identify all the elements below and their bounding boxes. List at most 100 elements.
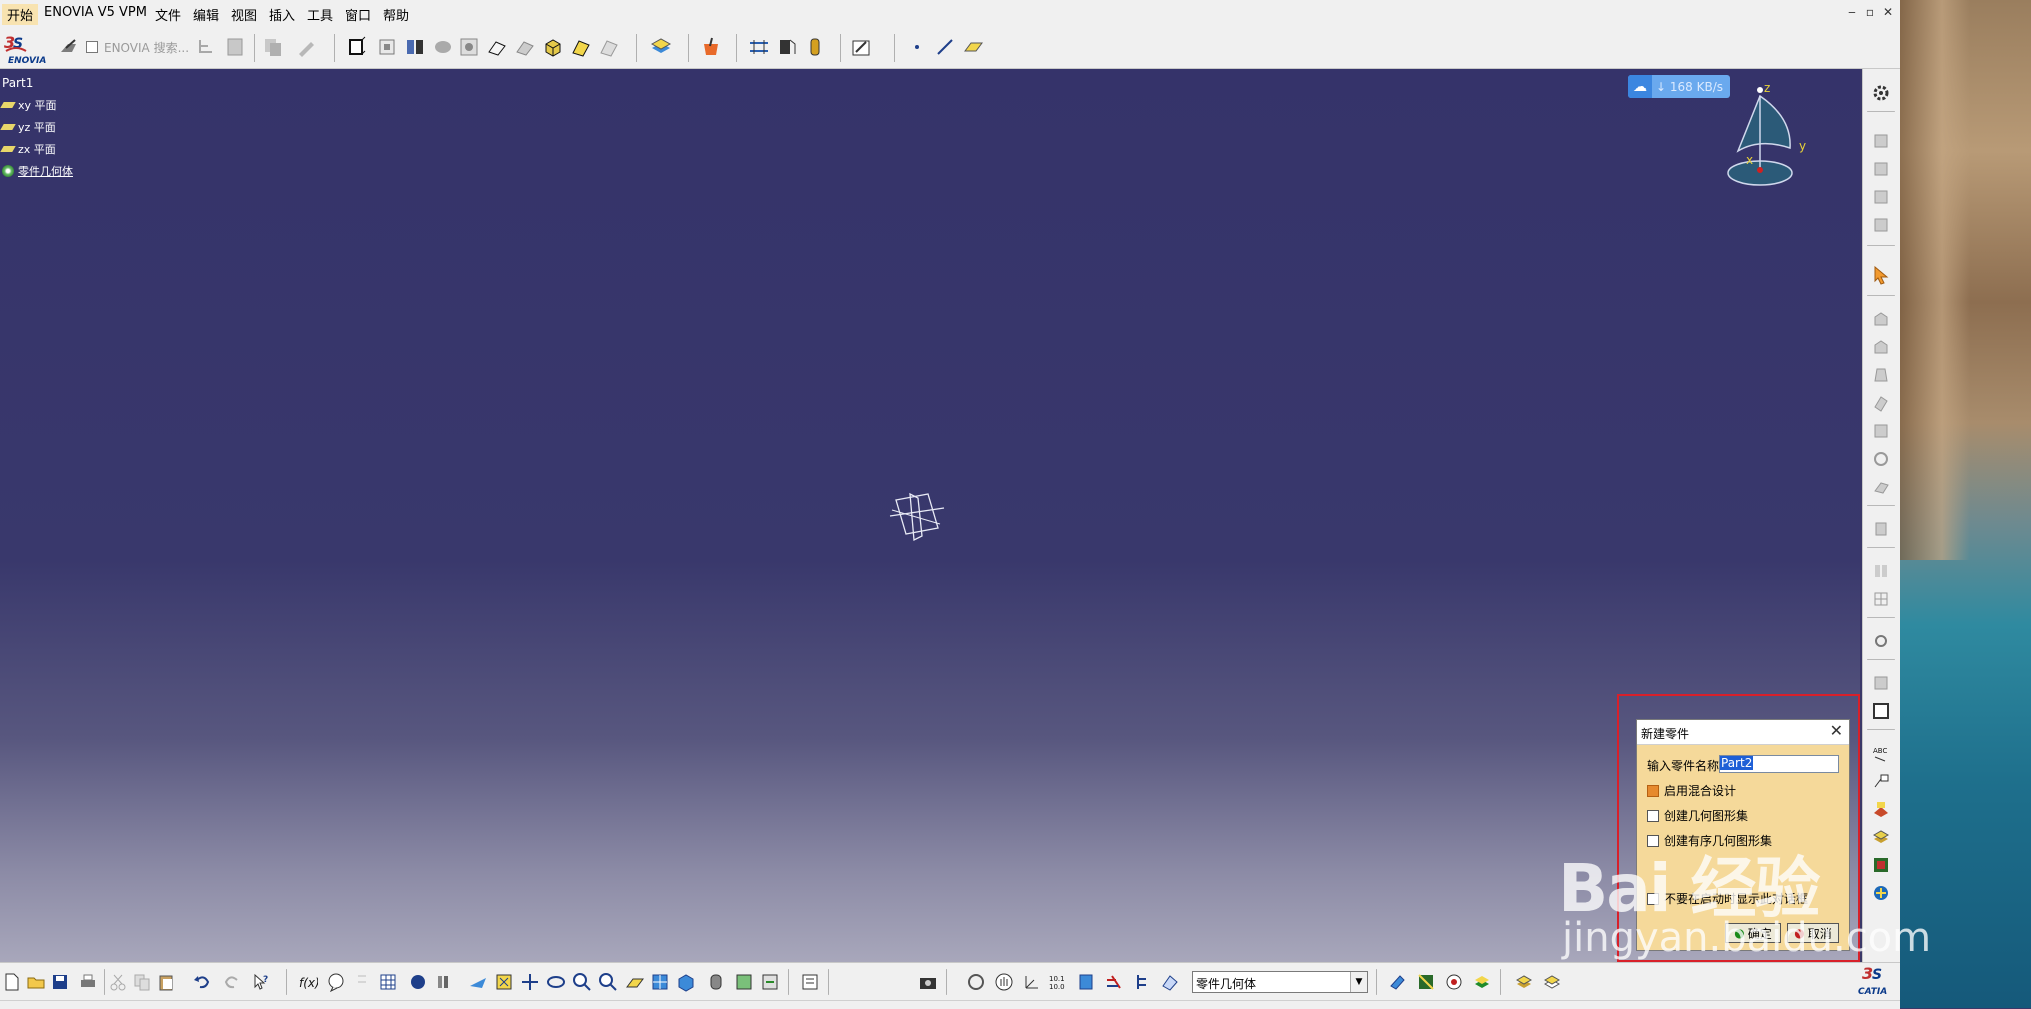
fly-mode-icon[interactable] <box>468 972 488 992</box>
plane-icon[interactable] <box>962 36 984 58</box>
undo-icon[interactable] <box>192 972 212 992</box>
menu-edit[interactable]: 编辑 <box>193 5 219 24</box>
dialog-close-button[interactable]: ✕ <box>1830 722 1843 740</box>
table-icon[interactable] <box>378 972 398 992</box>
hybrid-design-checkbox[interactable] <box>1647 784 1659 797</box>
tree-item-xy-plane[interactable]: xy 平面 <box>0 97 57 113</box>
restore-button[interactable]: ▫ <box>1862 4 1878 20</box>
open-folder-icon[interactable] <box>26 972 46 992</box>
menu-enovia-vpm[interactable]: ENOVIA V5 VPM <box>44 5 147 20</box>
multi-section-solid-icon[interactable] <box>570 36 592 58</box>
rib-icon[interactable] <box>486 36 508 58</box>
swap-space-icon[interactable] <box>760 972 780 992</box>
copy-doc-icon[interactable] <box>262 36 284 58</box>
thickness-icon[interactable] <box>1871 421 1891 441</box>
chamfer-icon[interactable] <box>1871 337 1891 357</box>
geo-set-option[interactable]: 创建几何图形集 <box>1647 807 1748 824</box>
point-icon[interactable] <box>906 36 928 58</box>
menu-start[interactable]: 开始 <box>2 4 39 25</box>
compass-icon[interactable]: z y x <box>1720 78 1820 190</box>
stack-icon[interactable] <box>1472 972 1492 992</box>
dialog-titlebar[interactable]: 新建零件 ✕ <box>1637 720 1849 745</box>
measure-between-icon[interactable] <box>748 36 770 58</box>
zoom-in-icon[interactable] <box>572 972 592 992</box>
paste-icon[interactable] <box>156 972 176 992</box>
sketch-pencil-icon[interactable] <box>296 36 318 58</box>
pad-icon[interactable] <box>346 36 368 58</box>
knowledge-icon[interactable] <box>326 972 346 992</box>
print-icon[interactable] <box>78 972 98 992</box>
draft-icon[interactable] <box>1871 365 1891 385</box>
enovia-search-label[interactable]: ENOVIA 搜索... <box>104 39 189 56</box>
fit-all-icon[interactable] <box>494 972 514 992</box>
thick-surface-icon[interactable] <box>1871 701 1891 721</box>
properties-layers-icon[interactable] <box>1542 972 1562 992</box>
iso-view-icon[interactable] <box>676 972 696 992</box>
library-icon[interactable] <box>434 972 454 992</box>
formula-icon[interactable]: f(x) <box>298 972 318 992</box>
menu-window[interactable]: 窗口 <box>345 5 371 24</box>
tree-item-yz-plane[interactable]: yz 平面 <box>0 119 56 135</box>
mirror-icon[interactable] <box>1871 561 1891 581</box>
close-window-button[interactable]: ✕ <box>1880 4 1896 20</box>
rotate-icon[interactable] <box>546 972 566 992</box>
view-top-icon[interactable] <box>1871 215 1891 235</box>
measure-value-icon[interactable]: 10.110.0 <box>1048 972 1068 992</box>
tree-item-part-body[interactable]: 零件几何体 <box>2 163 73 179</box>
zoom-out-icon[interactable] <box>598 972 618 992</box>
thread-icon[interactable] <box>1871 449 1891 469</box>
fillet-icon[interactable] <box>1871 309 1891 329</box>
menu-help[interactable]: 帮助 <box>383 5 409 24</box>
instantiate-icon[interactable] <box>408 972 428 992</box>
slot-icon[interactable] <box>514 36 536 58</box>
hand-icon[interactable] <box>994 972 1014 992</box>
copy-icon[interactable] <box>132 972 152 992</box>
constraint-icon[interactable] <box>1104 972 1124 992</box>
measure-inertia-icon[interactable] <box>804 36 826 58</box>
menu-tools[interactable]: 工具 <box>307 5 333 24</box>
pan-icon[interactable] <box>520 972 540 992</box>
sketcher-icon[interactable] <box>850 36 872 58</box>
law-icon[interactable] <box>352 972 372 992</box>
view-back-icon[interactable] <box>1871 159 1891 179</box>
new-file-icon[interactable] <box>2 972 22 992</box>
whats-this-icon[interactable]: ? <box>252 972 272 992</box>
minimize-button[interactable]: ‒ <box>1844 4 1860 20</box>
work-object-select[interactable]: 零件几何体 ▼ <box>1192 971 1368 993</box>
measure-item-icon[interactable] <box>776 36 798 58</box>
translation-icon[interactable] <box>1871 519 1891 539</box>
scaling-icon[interactable] <box>1871 631 1891 651</box>
split-icon[interactable] <box>1871 673 1891 693</box>
menu-insert[interactable]: 插入 <box>269 5 295 24</box>
document-icon[interactable] <box>224 36 246 58</box>
redo-icon[interactable] <box>222 972 242 992</box>
normal-to-icon[interactable] <box>800 972 820 992</box>
hole-icon[interactable] <box>458 36 480 58</box>
hierarchy-icon[interactable] <box>1132 972 1152 992</box>
shaft-icon[interactable] <box>404 36 426 58</box>
update-icon[interactable] <box>966 972 986 992</box>
view-front-icon[interactable] <box>1871 131 1891 151</box>
line-icon[interactable] <box>934 36 956 58</box>
chevron-down-icon[interactable]: ▼ <box>1350 972 1367 992</box>
work-object-icon[interactable] <box>1160 972 1180 992</box>
removed-multi-section-icon[interactable] <box>598 36 620 58</box>
normal-view-icon[interactable] <box>624 972 644 992</box>
draft-analysis-icon[interactable] <box>1416 972 1436 992</box>
hide-show-icon[interactable] <box>734 972 754 992</box>
tree-root-part1[interactable]: Part1 <box>2 76 33 90</box>
save-icon[interactable] <box>50 972 70 992</box>
solid-combine-icon[interactable] <box>542 36 564 58</box>
view-side-icon[interactable] <box>1871 187 1891 207</box>
remove-face-icon[interactable] <box>1871 477 1891 497</box>
shading-icon[interactable] <box>706 972 726 992</box>
hybrid-design-option[interactable]: 启用混合设计 <box>1647 782 1736 799</box>
pocket-icon[interactable] <box>376 36 398 58</box>
sketch-analysis-icon[interactable] <box>1388 972 1408 992</box>
menu-view[interactable]: 视图 <box>231 5 257 24</box>
annotation-text-icon[interactable]: ABC <box>1871 743 1891 763</box>
settings-gear-icon[interactable] <box>1871 83 1891 103</box>
flag-note-icon[interactable] <box>1871 771 1891 791</box>
shell-icon[interactable] <box>1871 393 1891 413</box>
pattern-icon[interactable] <box>1871 589 1891 609</box>
